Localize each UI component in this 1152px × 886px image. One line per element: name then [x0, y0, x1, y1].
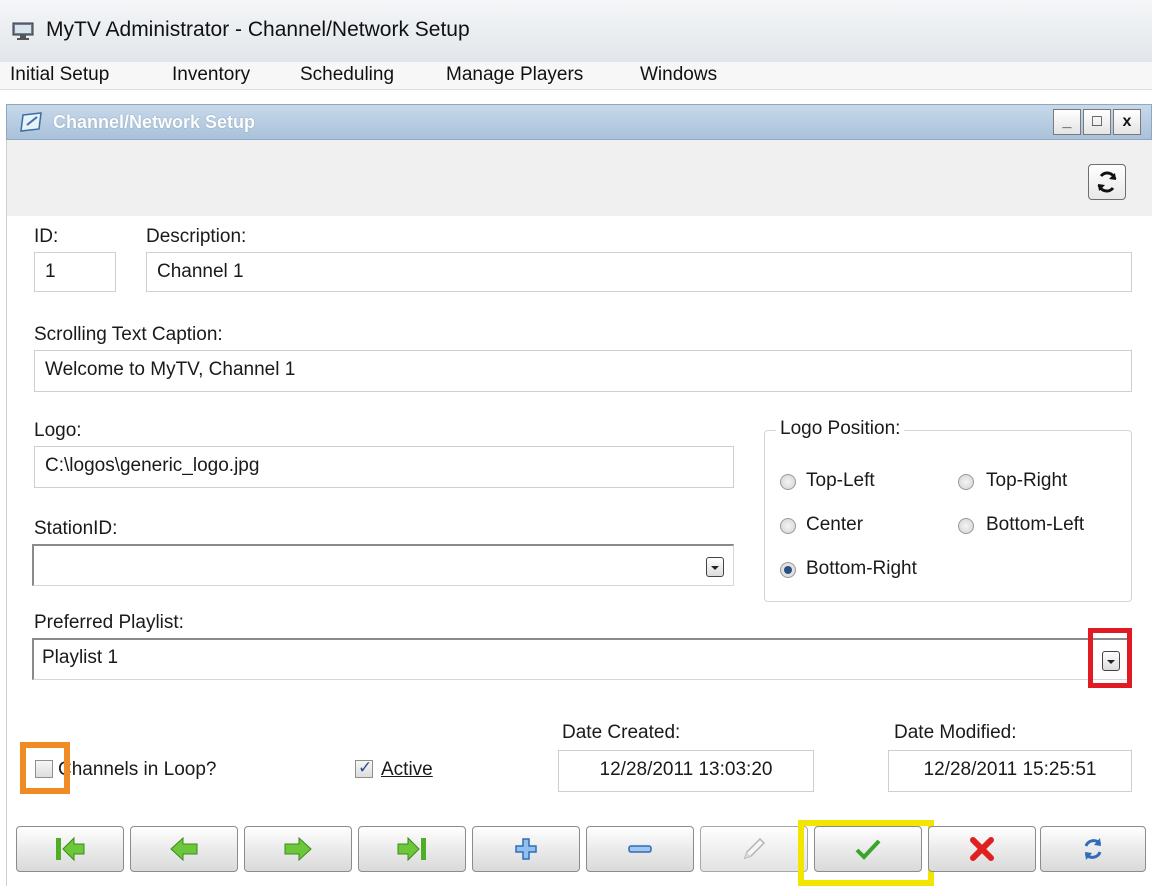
reload-icon — [1097, 171, 1117, 193]
last-arrow-icon — [397, 836, 426, 862]
maximize-button[interactable]: □ — [1083, 109, 1111, 135]
radio-bottom-left[interactable] — [958, 518, 974, 534]
next-record-button[interactable] — [244, 826, 352, 872]
checkmark-icon — [855, 839, 881, 860]
logo-position-label: Logo Position: — [776, 418, 905, 440]
radio-top-left[interactable] — [780, 474, 796, 490]
child-window-title: Channel/Network Setup — [53, 112, 256, 132]
menu-bar: Initial Setup Inventory Scheduling Manag… — [0, 62, 1152, 90]
caption-field[interactable]: Welcome to MyTV, Channel 1 — [34, 350, 1132, 392]
app-title: MyTV Administrator - Channel/Network Set… — [46, 18, 470, 41]
menu-scheduling[interactable]: Scheduling — [300, 64, 394, 86]
radio-center[interactable] — [780, 518, 796, 534]
menu-manage-players[interactable]: Manage Players — [446, 64, 583, 86]
description-label: Description: — [146, 226, 247, 247]
logo-label: Logo: — [34, 420, 82, 441]
stationid-label: StationID: — [34, 518, 118, 539]
first-arrow-icon — [56, 836, 85, 862]
channels-in-loop-checkbox[interactable] — [35, 760, 53, 778]
description-field[interactable]: Channel 1 — [146, 252, 1132, 292]
date-modified-label: Date Modified: — [894, 722, 1017, 743]
radio-top-right[interactable] — [958, 474, 974, 490]
active-checkbox[interactable]: ✓ — [355, 758, 373, 778]
menu-inventory[interactable]: Inventory — [172, 64, 250, 86]
stationid-dropdown[interactable] — [32, 544, 734, 586]
radio-top-left-label: Top-Left — [806, 470, 875, 491]
logo-field[interactable]: C:\logos\generic_logo.jpg — [34, 446, 734, 488]
red-x-icon — [970, 837, 994, 861]
right-arrow-icon — [284, 836, 312, 862]
menu-initial-setup[interactable]: Initial Setup — [10, 64, 109, 86]
pencil-icon — [743, 837, 766, 860]
delete-record-button[interactable] — [586, 826, 694, 872]
edit-record-button[interactable] — [700, 826, 808, 872]
add-record-button[interactable] — [472, 826, 580, 872]
playlist-dropdown[interactable]: Playlist 1 — [32, 638, 1132, 680]
previous-record-button[interactable] — [130, 826, 238, 872]
checkmark-icon: ✓ — [358, 758, 373, 777]
document-edit-icon — [20, 112, 42, 132]
save-button[interactable] — [814, 826, 922, 872]
monitor-app-icon — [12, 22, 34, 40]
stationid-dropdown-button[interactable] — [706, 557, 724, 577]
active-label: Active — [381, 759, 433, 780]
reload-button[interactable] — [1088, 164, 1126, 200]
date-created-field: 12/28/2011 13:03:20 — [558, 750, 814, 792]
last-record-button[interactable] — [358, 826, 466, 872]
cancel-button[interactable] — [928, 826, 1036, 872]
close-button[interactable]: x — [1113, 109, 1141, 135]
playlist-label: Preferred Playlist: — [34, 612, 184, 633]
minimize-button[interactable]: _ — [1053, 109, 1081, 135]
id-label: ID: — [34, 226, 59, 247]
radio-top-right-label: Top-Right — [986, 470, 1068, 491]
caption-label: Scrolling Text Caption: — [34, 324, 223, 345]
refresh-button[interactable] — [1040, 826, 1146, 872]
menu-windows[interactable]: Windows — [640, 64, 717, 86]
plus-icon — [515, 838, 537, 860]
first-record-button[interactable] — [16, 826, 124, 872]
left-arrow-icon — [170, 836, 198, 862]
date-created-label: Date Created: — [562, 722, 681, 743]
refresh-icon — [1084, 838, 1102, 860]
radio-bottom-left-label: Bottom-Left — [986, 514, 1085, 535]
channels-in-loop-label: Channels in Loop? — [58, 759, 217, 780]
id-field[interactable]: 1 — [34, 252, 116, 292]
window-toolbar — [6, 140, 1152, 216]
radio-center-label: Center — [806, 514, 864, 535]
playlist-dropdown-button[interactable] — [1102, 651, 1120, 671]
child-window-title-bar: Channel/Network Setup _ □ x — [6, 104, 1152, 140]
minus-icon — [628, 845, 652, 853]
radio-bottom-right[interactable] — [780, 562, 796, 578]
date-modified-field: 12/28/2011 15:25:51 — [888, 750, 1132, 792]
app-title-bar: MyTV Administrator - Channel/Network Set… — [0, 0, 1152, 62]
radio-bottom-right-label: Bottom-Right — [806, 558, 917, 579]
